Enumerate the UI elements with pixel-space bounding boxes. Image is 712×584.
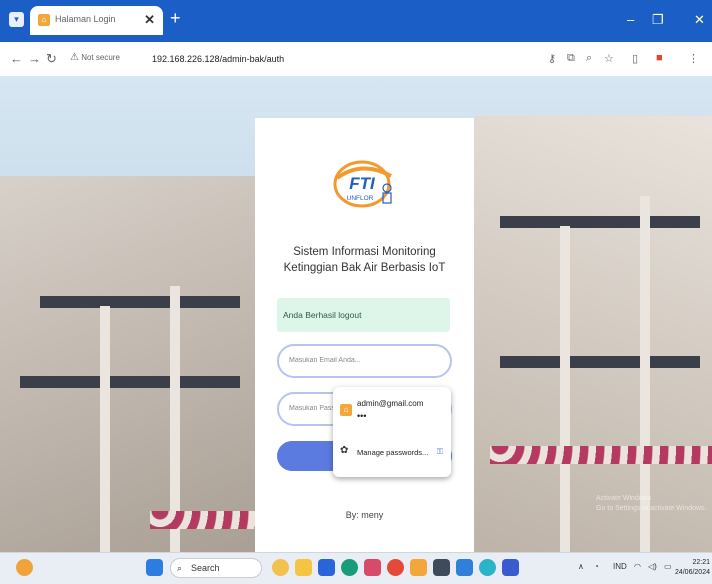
logo-subtext: UNFLOR xyxy=(347,195,374,202)
tray-chevron-icon[interactable]: ∧ xyxy=(578,562,584,571)
reload-icon[interactable]: ↻ xyxy=(46,51,57,67)
autofill-email: admin@gmail.com xyxy=(357,399,424,408)
page-background: FTI UNFLOR Sistem Informasi Monitoring K… xyxy=(0,76,712,552)
app-icon[interactable] xyxy=(479,559,496,576)
email-field[interactable] xyxy=(277,344,452,378)
autofill-suggestion[interactable]: ⌂ admin@gmail.com ••• xyxy=(333,387,451,435)
language-indicator[interactable]: IND xyxy=(613,562,627,571)
logout-success-alert: Anda Berhasil logout xyxy=(277,298,450,332)
battery-icon[interactable]: ▭ xyxy=(664,562,672,571)
autofill-password-mask: ••• xyxy=(357,411,367,421)
wifi-icon[interactable]: ◠ xyxy=(634,562,641,571)
building-pillar xyxy=(100,306,110,552)
windows-start-icon[interactable] xyxy=(146,559,163,576)
password-key-icon[interactable]: ⚷ xyxy=(548,52,556,65)
fti-unflor-logo: FTI UNFLOR xyxy=(333,160,392,208)
taskbar-search[interactable]: ⌕ Search xyxy=(170,558,262,578)
building-left-image xyxy=(0,176,255,552)
chrome-icon[interactable] xyxy=(387,559,404,576)
google-password-manager-icon: ✿ xyxy=(340,445,349,456)
password-autofill-popup: ⌂ admin@gmail.com ••• ✿ Manage passwords… xyxy=(333,387,451,477)
vscode-icon[interactable] xyxy=(456,559,473,576)
site-favicon-icon: ⌂ xyxy=(38,14,50,26)
security-label: Not secure xyxy=(81,53,120,62)
windows-taskbar: ⌕ Search ∧ ◔ IND ◠ ◁) ▭ 22:21 24/06/2024 xyxy=(0,552,712,584)
browser-tab-strip: ▾ ⌂ Halaman Login ✕ + – ❐ ✕ xyxy=(0,0,712,42)
logo-text: FTI xyxy=(349,174,376,193)
app-title-line1: Sistem Informasi Monitoring xyxy=(293,246,436,258)
watermark-line2: Go to Settings to activate Windows. xyxy=(596,505,707,512)
watermark-line1: Activate Windows xyxy=(596,495,652,502)
edge-icon[interactable] xyxy=(341,559,358,576)
building-window-strip xyxy=(20,376,240,388)
building-window-strip xyxy=(500,356,700,368)
building-window-strip xyxy=(500,216,700,228)
key-icon: ⚿ xyxy=(436,447,443,456)
app-title-line2: Ketinggian Bak Air Berbasis IoT xyxy=(283,262,446,274)
address-bar[interactable]: ⚠ Not secure 192.168.226.128/admin-bak/a… xyxy=(64,48,604,70)
app-icon[interactable] xyxy=(364,559,381,576)
email-input[interactable] xyxy=(287,356,441,365)
login-card: FTI UNFLOR Sistem Informasi Monitoring K… xyxy=(255,118,474,552)
tray-app-icon[interactable]: ◔ xyxy=(594,562,599,571)
site-favicon-icon: ⌂ xyxy=(340,404,352,416)
extension-icon[interactable]: ■ xyxy=(656,52,663,64)
minimize-button[interactable]: – xyxy=(627,12,634,27)
taskbar-clock[interactable]: 22:21 24/06/2024 xyxy=(675,558,710,578)
search-icon: ⌕ xyxy=(177,563,183,573)
tab-title: Halaman Login xyxy=(55,14,116,24)
browser-tab-active[interactable]: ⌂ Halaman Login ✕ xyxy=(30,6,163,35)
building-bunting xyxy=(490,446,712,464)
restore-button[interactable]: ❐ xyxy=(652,12,664,28)
xampp-icon[interactable] xyxy=(410,559,427,576)
forward-arrow-icon[interactable]: → xyxy=(28,51,41,66)
manage-passwords-item[interactable]: ✿ Manage passwords... ⚿ xyxy=(333,439,451,467)
manage-passwords-label: Manage passwords... xyxy=(357,448,429,457)
translate-icon[interactable]: ⧉ xyxy=(567,52,575,65)
bookmark-star-icon[interactable]: ☆ xyxy=(604,52,614,65)
building-window-strip xyxy=(40,296,240,308)
zoom-icon[interactable]: ⌕ xyxy=(586,52,592,65)
browser-toolbar: ← → ↻ ⚠ Not secure 192.168.226.128/admin… xyxy=(0,42,712,77)
app-title: Sistem Informasi Monitoring Ketinggian B… xyxy=(255,244,474,276)
building-bunting xyxy=(150,511,255,529)
tab-search-icon[interactable]: ▾ xyxy=(9,12,24,27)
back-arrow-icon[interactable]: ← xyxy=(10,51,23,66)
close-window-button[interactable]: ✕ xyxy=(694,12,705,28)
building-right-image xyxy=(474,116,712,552)
weather-widget-icon[interactable] xyxy=(16,559,33,576)
author-byline: By: meny xyxy=(345,510,384,520)
terminal-icon[interactable] xyxy=(433,559,450,576)
app-icon[interactable] xyxy=(318,559,335,576)
building-pillar xyxy=(560,226,570,552)
security-chip[interactable]: ⚠ Not secure xyxy=(70,52,120,63)
clock-time: 22:21 xyxy=(692,559,710,566)
sidebar-icon[interactable]: ▯ xyxy=(632,52,638,65)
new-tab-button[interactable]: + xyxy=(170,8,181,29)
clock-date: 24/06/2024 xyxy=(674,569,710,576)
more-menu-icon[interactable]: ⋮ xyxy=(688,52,699,65)
search-label: Search xyxy=(191,563,220,573)
warning-triangle-icon: ⚠ xyxy=(70,52,79,63)
volume-icon[interactable]: ◁) xyxy=(648,562,657,571)
app-icon[interactable] xyxy=(502,559,519,576)
url-text[interactable]: 192.168.226.128/admin-bak/auth xyxy=(152,54,284,64)
tab-close-icon[interactable]: ✕ xyxy=(144,12,155,28)
activate-windows-watermark: Activate Windows Go to Settings to activ… xyxy=(596,494,707,514)
file-explorer-icon[interactable] xyxy=(295,559,312,576)
copilot-icon[interactable] xyxy=(272,559,289,576)
